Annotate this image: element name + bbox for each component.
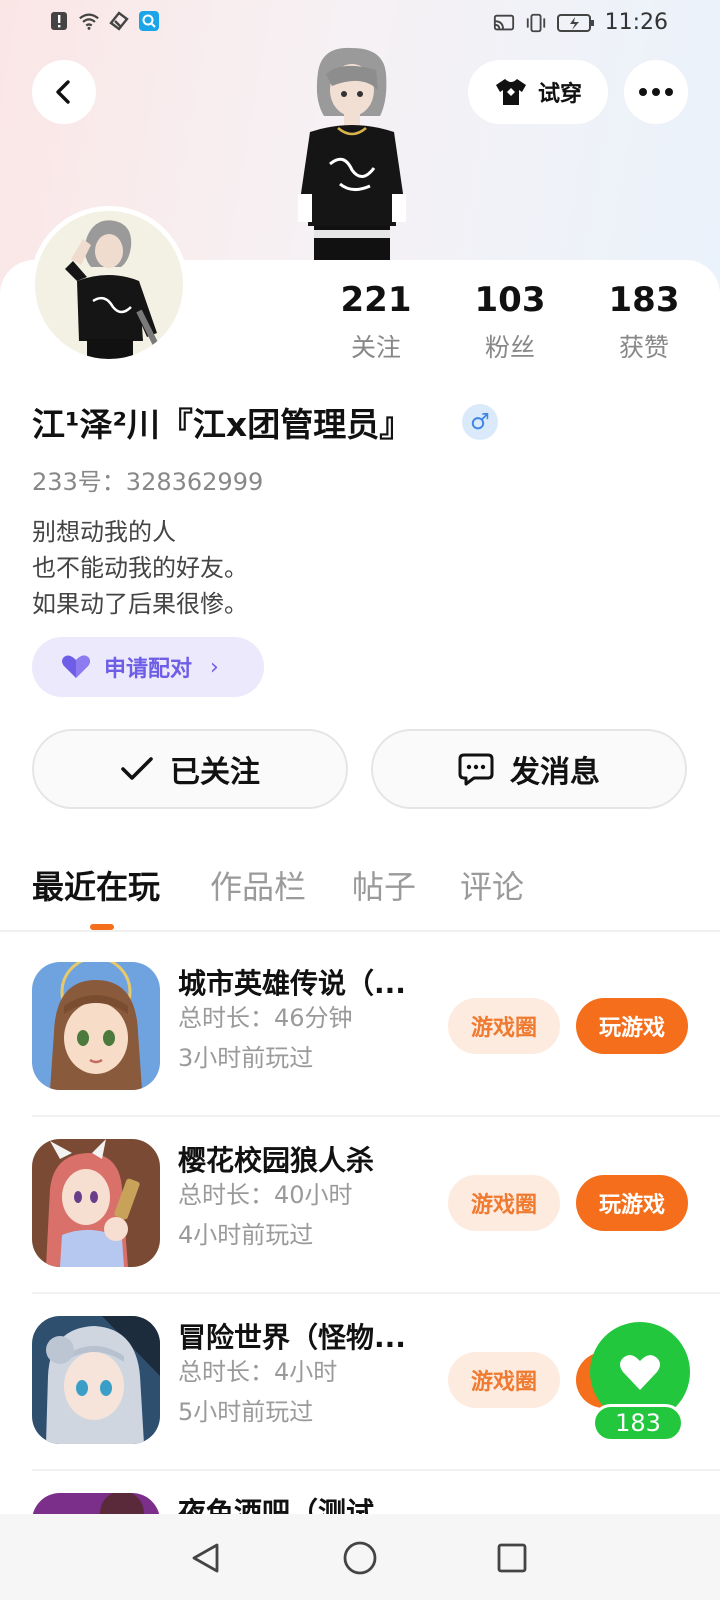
profile-bio: 别想动我的人 也不能动我的好友。 如果动了后果很惨。 [32, 514, 248, 622]
wifi-icon [79, 13, 99, 30]
game-circle-button[interactable]: 游戏圈 [448, 1352, 560, 1408]
avatar[interactable] [30, 206, 188, 364]
game-last-played: 5小时前玩过 [178, 1398, 314, 1426]
game-icon [32, 1316, 160, 1444]
game-duration: 总时长：40小时 [178, 1181, 353, 1209]
male-gender-icon: ♂ [462, 404, 498, 440]
alert-icon [51, 12, 67, 30]
send-message-button[interactable]: 发消息 [371, 729, 687, 809]
clock: 11:26 [604, 10, 668, 35]
system-navigation-bar [0, 1514, 720, 1600]
bio-line: 也不能动我的好友。 [32, 554, 248, 582]
try-on-button[interactable]: 试穿 [468, 60, 608, 124]
stat-following[interactable]: 221 关注 [326, 280, 426, 364]
divider [32, 1115, 720, 1117]
stat-fans[interactable]: 103 粉丝 [460, 280, 560, 364]
tab-posts[interactable]: 帖子 [352, 862, 416, 908]
list-item[interactable]: 城市英雄传说（... 总时长：46分钟 3小时前玩过 游戏圈 玩游戏 [0, 962, 720, 1138]
avatar-image [35, 211, 183, 359]
profile-nickname: 江¹泽²川『江x团管理员』 [32, 405, 413, 444]
more-dots-icon [639, 88, 673, 96]
nav-recents-button[interactable] [492, 1538, 532, 1578]
profile-id: 233号：328362999 [32, 468, 264, 496]
nav-back-button[interactable] [186, 1538, 226, 1578]
game-title: 冒险世界（怪物... [178, 1321, 406, 1354]
square-recents-icon [497, 1543, 527, 1573]
stat-likes-value: 183 [608, 280, 680, 320]
sync-icon [109, 11, 129, 31]
play-game-button[interactable]: 玩游戏 [576, 998, 688, 1054]
try-on-label: 试穿 [537, 82, 582, 107]
game-title: 夜色酒吧（测试 [178, 1496, 375, 1514]
tab-comments[interactable]: 评论 [460, 862, 524, 908]
game-last-played: 3小时前玩过 [178, 1044, 314, 1072]
cast-icon [493, 14, 514, 30]
profile-stats: 221 关注 103 粉丝 183 获赞 [326, 280, 686, 370]
heart-icon [62, 655, 90, 678]
stat-likes[interactable]: 183 获赞 [594, 280, 694, 364]
tab-works[interactable]: 作品栏 [210, 862, 306, 908]
status-bar: 11:26 [0, 0, 720, 48]
tab-recently-played[interactable]: 最近在玩 [32, 862, 160, 908]
battery-icon [556, 13, 594, 32]
game-icon [32, 1493, 160, 1514]
stat-fans-label: 粉丝 [484, 333, 535, 362]
bio-line: 别想动我的人 [32, 518, 176, 546]
list-item[interactable]: 夜色酒吧（测试 [0, 1493, 720, 1514]
more-options-button[interactable] [624, 60, 688, 124]
back-button[interactable] [32, 60, 96, 124]
game-duration: 总时长：46分钟 [178, 1004, 353, 1032]
search-app-icon [139, 11, 159, 31]
list-item[interactable]: 樱花校园狼人杀 总时长：40小时 4小时前玩过 游戏圈 玩游戏 [0, 1139, 720, 1315]
game-circle-button[interactable]: 游戏圈 [448, 1175, 560, 1231]
chevron-left-icon [56, 80, 70, 104]
tshirt-icon [495, 79, 526, 105]
game-icon [32, 962, 160, 1090]
followed-label: 已关注 [170, 755, 260, 790]
play-game-button[interactable]: 玩游戏 [576, 1175, 688, 1231]
avatar-3d-figure [298, 47, 406, 260]
stat-likes-label: 获赞 [618, 333, 669, 362]
send-message-label: 发消息 [510, 755, 600, 790]
chevron-right-icon: › [210, 654, 219, 680]
nav-home-button[interactable] [340, 1538, 380, 1578]
profile-tabs: 最近在玩 作品栏 帖子 评论 [32, 862, 692, 922]
divider [32, 1292, 720, 1294]
divider [32, 1469, 720, 1471]
like-floating-button[interactable]: 183 [590, 1322, 690, 1450]
request-pair-label: 申请配对 [104, 657, 193, 682]
circle-home-icon [343, 1541, 377, 1575]
triangle-back-icon [192, 1543, 219, 1573]
followed-button[interactable]: 已关注 [32, 729, 348, 809]
vibrate-icon [526, 13, 545, 32]
game-icon [32, 1139, 160, 1267]
game-title: 樱花校园狼人杀 [178, 1144, 375, 1177]
heart-icon [620, 1355, 660, 1390]
bio-line: 如果动了后果很惨。 [32, 590, 248, 618]
chat-bubble-icon [458, 753, 494, 786]
game-title: 城市英雄传说（... [178, 967, 406, 1000]
divider [0, 930, 720, 932]
stat-following-label: 关注 [350, 333, 401, 362]
checkmark-icon [121, 757, 153, 780]
game-circle-button[interactable]: 游戏圈 [448, 998, 560, 1054]
stat-following-value: 221 [340, 280, 412, 320]
stat-fans-value: 103 [474, 280, 546, 320]
like-count-badge: 183 [592, 1404, 684, 1442]
request-pair-button[interactable]: 申请配对 › [32, 637, 264, 697]
game-last-played: 4小时前玩过 [178, 1221, 314, 1249]
game-duration: 总时长：4小时 [178, 1358, 338, 1386]
